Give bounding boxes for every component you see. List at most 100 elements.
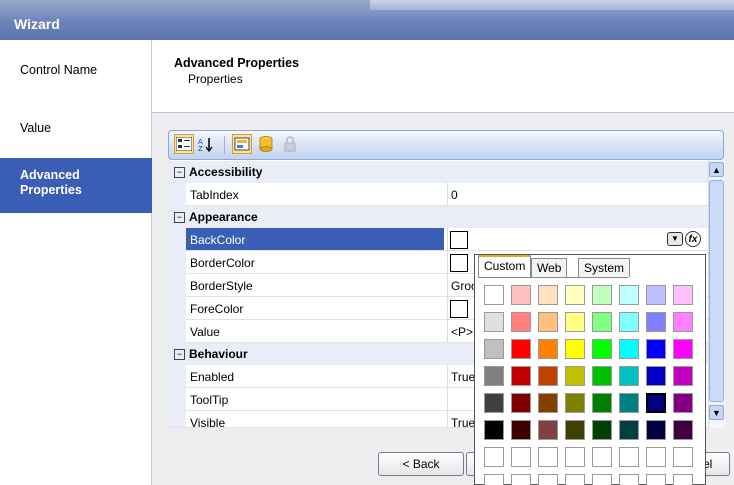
page-subtitle: Properties <box>188 72 243 86</box>
property-name: Visible <box>190 416 226 428</box>
color-swatch-cell[interactable] <box>565 447 585 467</box>
color-swatch-cell[interactable] <box>511 447 531 467</box>
color-swatch-cell[interactable] <box>646 447 666 467</box>
color-swatch-cell[interactable] <box>619 339 639 359</box>
color-swatch-cell[interactable] <box>673 393 693 413</box>
color-swatch-cell[interactable] <box>565 393 585 413</box>
color-swatch-cell[interactable] <box>646 339 666 359</box>
color-swatch-cell[interactable] <box>592 447 612 467</box>
color-swatch-cell[interactable] <box>592 285 612 305</box>
database-icon[interactable] <box>256 134 276 154</box>
tab-custom[interactable]: Custom <box>478 255 532 277</box>
color-swatch-cell[interactable] <box>538 393 558 413</box>
collapse-icon[interactable]: − <box>174 167 185 178</box>
expression-fx-icon[interactable]: fx <box>685 231 701 247</box>
color-swatch-cell[interactable] <box>565 312 585 332</box>
color-swatch-cell[interactable] <box>484 474 504 485</box>
nav-item-advanced-properties[interactable]: Advanced Properties <box>0 158 152 213</box>
color-swatch-cell[interactable] <box>511 366 531 386</box>
color-swatch-cell[interactable] <box>484 312 504 332</box>
color-swatch-cell[interactable] <box>646 420 666 440</box>
color-swatch-cell[interactable] <box>511 285 531 305</box>
window-title: Wizard <box>14 16 60 32</box>
color-swatch-cell[interactable] <box>619 474 639 485</box>
color-swatch-cell[interactable] <box>565 420 585 440</box>
color-swatch-cell[interactable] <box>646 285 666 305</box>
color-swatch-cell[interactable] <box>673 474 693 485</box>
color-swatch-cell[interactable] <box>673 339 693 359</box>
category-appearance[interactable]: − Appearance <box>168 206 708 228</box>
color-swatch-cell[interactable] <box>538 474 558 485</box>
property-value[interactable]: True <box>451 416 475 427</box>
nav-item-label-line2: Properties <box>20 183 82 197</box>
collapse-icon[interactable]: − <box>174 212 185 223</box>
dropdown-arrow-icon[interactable]: ▼ <box>667 232 683 246</box>
property-value[interactable]: <P> <box>451 325 473 339</box>
color-swatch-cell[interactable] <box>619 420 639 440</box>
color-swatch-cell[interactable] <box>619 447 639 467</box>
alphabetical-icon[interactable]: AZ <box>196 134 216 154</box>
color-swatch-cell[interactable] <box>619 312 639 332</box>
category-accessibility[interactable]: − Accessibility <box>168 161 708 183</box>
color-swatch-cell[interactable] <box>484 339 504 359</box>
nav-item-control-name[interactable]: Control Name <box>0 45 152 103</box>
color-swatch-cell[interactable] <box>592 393 612 413</box>
color-swatch-cell[interactable] <box>511 420 531 440</box>
color-swatch-cell[interactable] <box>673 420 693 440</box>
color-swatch-cell[interactable] <box>565 339 585 359</box>
scrollbar-thumb[interactable] <box>709 180 724 402</box>
color-swatch-cell[interactable] <box>538 366 558 386</box>
collapse-icon[interactable]: − <box>174 349 185 360</box>
property-pages-icon[interactable] <box>232 134 252 154</box>
color-swatch-cell[interactable] <box>646 312 666 332</box>
property-value[interactable]: 0 <box>451 188 458 202</box>
color-swatch-cell[interactable] <box>592 339 612 359</box>
color-swatch-cell[interactable] <box>673 447 693 467</box>
tab-system[interactable]: System <box>578 258 631 277</box>
color-swatch-cell[interactable] <box>511 312 531 332</box>
color-swatch-cell[interactable] <box>592 474 612 485</box>
property-row-backcolor[interactable]: BackColor <box>168 228 708 251</box>
property-row-tabindex[interactable]: TabIndex 0 <box>168 183 708 206</box>
color-swatch-cell[interactable] <box>673 366 693 386</box>
color-swatch-cell[interactable] <box>673 312 693 332</box>
color-swatch-cell[interactable] <box>511 339 531 359</box>
property-value[interactable]: True <box>451 370 475 384</box>
color-swatch-cell[interactable] <box>592 366 612 386</box>
color-swatch-cell[interactable] <box>538 312 558 332</box>
color-swatch-cell[interactable] <box>511 474 531 485</box>
color-swatch-cell[interactable] <box>538 285 558 305</box>
color-swatch-cell[interactable] <box>484 447 504 467</box>
color-swatch-cell[interactable] <box>484 285 504 305</box>
tab-web[interactable]: Web <box>531 258 568 277</box>
category-label: Behaviour <box>189 347 248 361</box>
color-swatch-cell[interactable] <box>511 393 531 413</box>
scroll-up-icon[interactable]: ▲ <box>709 162 724 177</box>
color-swatch-cell[interactable] <box>565 474 585 485</box>
categorized-icon[interactable] <box>174 134 194 154</box>
nav-item-label-line1: Advanced <box>20 168 80 182</box>
property-name: Enabled <box>190 370 235 384</box>
color-swatch-cell[interactable] <box>565 285 585 305</box>
color-swatch-cell[interactable] <box>484 393 504 413</box>
back-button[interactable]: < Back <box>378 452 464 476</box>
color-swatch <box>450 300 468 318</box>
color-swatch-cell[interactable] <box>646 393 666 413</box>
color-swatch-cell[interactable] <box>592 420 612 440</box>
color-swatch-cell[interactable] <box>592 312 612 332</box>
nav-item-value[interactable]: Value <box>0 103 152 161</box>
scroll-down-icon[interactable]: ▼ <box>709 405 724 420</box>
color-swatch-cell[interactable] <box>646 366 666 386</box>
color-swatch-cell[interactable] <box>538 420 558 440</box>
color-swatch-cell[interactable] <box>673 285 693 305</box>
color-swatch-cell[interactable] <box>538 447 558 467</box>
color-swatch-cell[interactable] <box>484 420 504 440</box>
color-swatch-cell[interactable] <box>619 393 639 413</box>
property-name: ToolTip <box>190 393 229 407</box>
color-swatch-cell[interactable] <box>619 285 639 305</box>
color-swatch-cell[interactable] <box>538 339 558 359</box>
color-swatch-cell[interactable] <box>565 366 585 386</box>
color-swatch-cell[interactable] <box>619 366 639 386</box>
color-swatch-cell[interactable] <box>484 366 504 386</box>
color-swatch-cell[interactable] <box>646 474 666 485</box>
